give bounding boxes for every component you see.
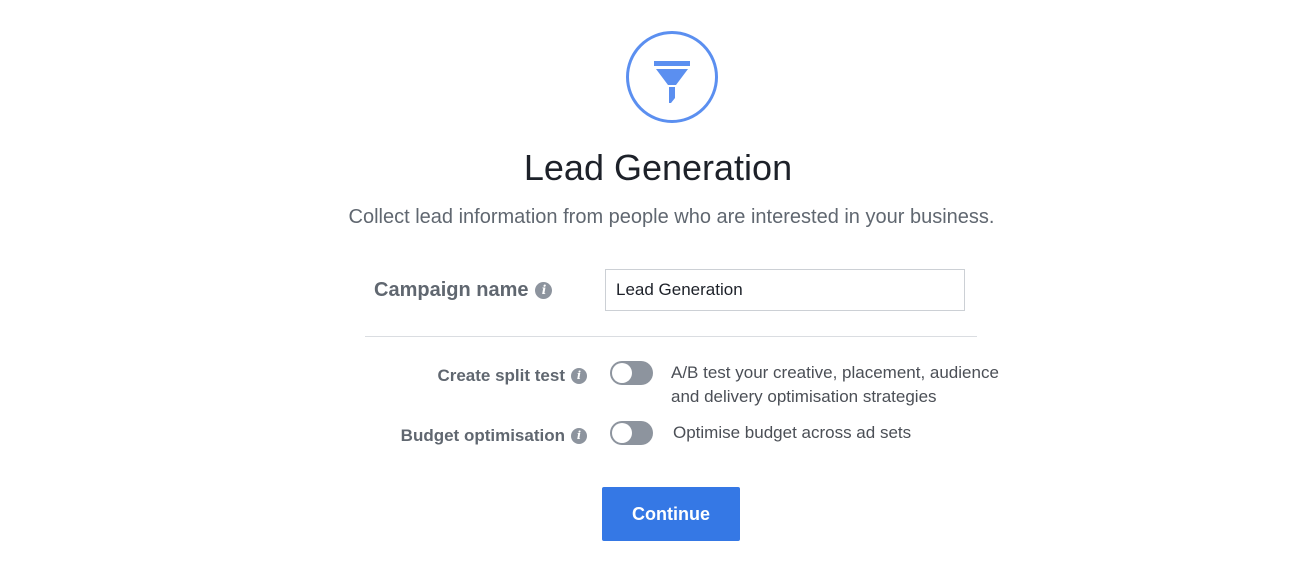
info-icon[interactable]: i [535, 281, 553, 299]
page-title: Lead Generation [523, 147, 793, 188]
toggle-knob [612, 423, 632, 443]
split-test-description: A/B test your creative, placement, audie… [671, 361, 999, 409]
split-test-description-line2: and delivery optimisation strategies [671, 387, 937, 406]
continue-button[interactable]: Continue [602, 487, 740, 541]
split-test-description-line1: A/B test your creative, placement, audie… [671, 363, 999, 382]
objective-icon-circle [626, 31, 718, 123]
campaign-name-label: Campaign name i [374, 278, 553, 302]
split-test-label: Create split test i [437, 365, 587, 387]
split-test-label-text: Create split test [437, 366, 565, 385]
toggle-knob [612, 363, 632, 383]
budget-optimisation-toggle[interactable] [610, 421, 653, 445]
info-icon[interactable]: i [571, 368, 587, 384]
split-test-toggle[interactable] [610, 361, 653, 385]
budget-optimisation-description: Optimise budget across ad sets [673, 423, 912, 442]
campaign-name-label-text: Campaign name [374, 279, 529, 301]
divider [365, 336, 977, 337]
funnel-icon [654, 61, 690, 103]
budget-optimisation-label: Budget optimisation i [401, 425, 587, 447]
info-icon[interactable]: i [571, 428, 587, 444]
budget-optimisation-label-text: Budget optimisation [400, 426, 565, 445]
campaign-name-input[interactable] [605, 269, 965, 311]
lead-generation-setup: Lead Generation Collect lead information… [0, 0, 1316, 579]
page-description: Collect lead information from people who… [348, 206, 995, 228]
